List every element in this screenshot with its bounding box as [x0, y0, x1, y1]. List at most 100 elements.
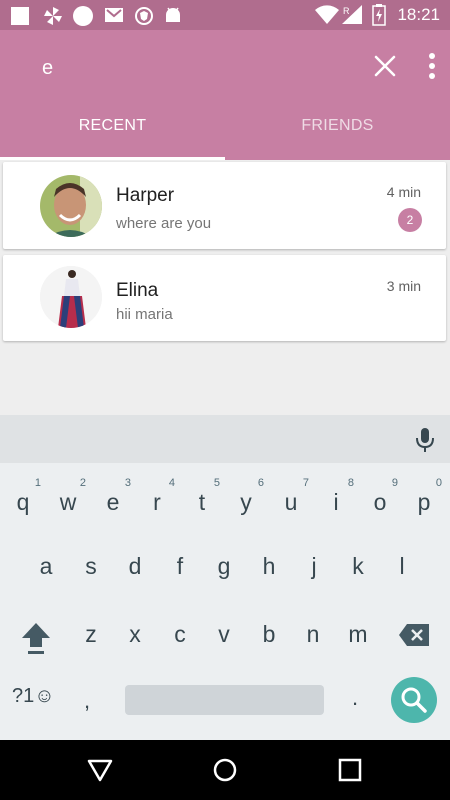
period-key[interactable]: . — [352, 685, 358, 711]
key-char: p — [417, 489, 431, 515]
key-a[interactable]: a — [26, 553, 66, 603]
key-char: z — [85, 621, 97, 647]
key-hint: 0 — [435, 477, 442, 489]
key-i[interactable]: 8i — [316, 477, 356, 531]
chat-name: Harper — [116, 185, 175, 206]
unread-badge: 2 — [398, 208, 422, 232]
square-icon — [11, 7, 29, 25]
search-input[interactable] — [40, 52, 344, 84]
key-char: v — [218, 621, 230, 647]
key-char: o — [373, 489, 387, 515]
chat-time: 3 min — [386, 278, 421, 294]
key-char: c — [174, 621, 186, 647]
more-options-icon[interactable] — [426, 52, 438, 80]
key-char: w — [59, 489, 77, 515]
key-char: h — [262, 553, 276, 579]
chat-last-message: where are you — [116, 215, 212, 232]
key-f[interactable]: f — [160, 553, 200, 603]
tab-recent[interactable]: RECENT — [0, 106, 225, 160]
android-icon — [166, 7, 180, 22]
circle-icon — [73, 6, 93, 26]
navigation-bar — [0, 740, 450, 800]
chat-item-elina[interactable]: Elina hii maria 3 min — [3, 255, 446, 341]
key-e[interactable]: 3e — [93, 477, 133, 531]
chat-time: 4 min — [386, 184, 421, 200]
key-char: j — [311, 553, 317, 579]
woman-avatar — [40, 266, 102, 328]
key-y[interactable]: 6y — [226, 477, 266, 531]
shift-icon[interactable] — [20, 621, 52, 655]
key-l[interactable]: l — [382, 553, 422, 603]
key-char: t — [198, 489, 206, 515]
status-bar: R 18:21 — [0, 0, 450, 30]
key-w[interactable]: 2w — [48, 477, 88, 531]
key-char: d — [128, 553, 142, 579]
key-char: i — [333, 489, 339, 515]
symbols-key[interactable]: ?1☺ — [12, 685, 55, 708]
close-icon[interactable] — [373, 54, 397, 78]
key-hint: 1 — [34, 477, 41, 489]
svg-text:R: R — [343, 6, 350, 16]
man-avatar — [40, 175, 102, 237]
comma-key[interactable]: , — [84, 688, 90, 714]
key-char: k — [352, 553, 364, 579]
key-v[interactable]: v — [204, 621, 244, 671]
key-h[interactable]: h — [249, 553, 289, 603]
key-char: u — [284, 489, 298, 515]
tab-friends[interactable]: FRIENDS — [225, 106, 450, 160]
key-char: x — [129, 621, 141, 647]
key-k[interactable]: k — [338, 553, 378, 603]
key-hint: 6 — [257, 477, 264, 489]
key-char: s — [85, 553, 97, 579]
key-char: m — [348, 621, 368, 647]
brave-icon — [135, 7, 153, 25]
signal-r-icon: R — [342, 5, 362, 24]
key-c[interactable]: c — [160, 621, 200, 671]
space-key[interactable] — [125, 685, 324, 715]
key-b[interactable]: b — [249, 621, 289, 671]
key-z[interactable]: z — [71, 621, 111, 671]
app-bar: RECENT FRIENDS — [0, 30, 450, 160]
gmail-icon — [105, 8, 123, 22]
key-x[interactable]: x — [115, 621, 155, 671]
key-hint: 7 — [302, 477, 309, 489]
key-hint: 9 — [391, 477, 398, 489]
soft-keyboard: 1q 2w 3e 4r 5t 6y 7u 8i 9o 0p a s d f g … — [0, 463, 450, 740]
key-m[interactable]: m — [338, 621, 378, 671]
home-icon[interactable] — [212, 757, 238, 783]
battery-charging-icon — [372, 4, 386, 26]
search-icon — [401, 687, 427, 713]
key-char: q — [16, 489, 30, 515]
status-time: 18:21 — [397, 5, 440, 24]
keyboard-search-button[interactable] — [391, 677, 437, 723]
key-d[interactable]: d — [115, 553, 155, 603]
key-u[interactable]: 7u — [271, 477, 311, 531]
key-hint: 4 — [168, 477, 175, 489]
recents-icon[interactable] — [337, 757, 363, 783]
tab-friends-label: FRIENDS — [301, 117, 374, 134]
chat-item-harper[interactable]: Harper where are you 4 min 2 — [3, 162, 446, 249]
keyboard-suggestion-bar — [0, 415, 450, 463]
wifi-icon — [315, 5, 339, 25]
key-char: r — [153, 489, 161, 515]
key-o[interactable]: 9o — [360, 477, 400, 531]
key-j[interactable]: j — [294, 553, 334, 603]
key-r[interactable]: 4r — [137, 477, 177, 531]
key-char: b — [262, 621, 276, 647]
key-hint: 3 — [124, 477, 131, 489]
microphone-icon[interactable] — [414, 427, 436, 453]
backspace-icon[interactable] — [398, 623, 430, 647]
key-char: l — [399, 553, 405, 579]
key-p[interactable]: 0p — [404, 477, 444, 531]
key-g[interactable]: g — [204, 553, 244, 603]
key-hint: 8 — [347, 477, 354, 489]
key-t[interactable]: 5t — [182, 477, 222, 531]
key-char: a — [39, 553, 53, 579]
key-n[interactable]: n — [293, 621, 333, 671]
key-hint: 5 — [213, 477, 220, 489]
key-s[interactable]: s — [71, 553, 111, 603]
chat-last-message: hii maria — [116, 306, 173, 323]
back-icon[interactable] — [87, 757, 113, 783]
pinwheel-icon — [44, 7, 62, 25]
key-q[interactable]: 1q — [3, 477, 43, 531]
